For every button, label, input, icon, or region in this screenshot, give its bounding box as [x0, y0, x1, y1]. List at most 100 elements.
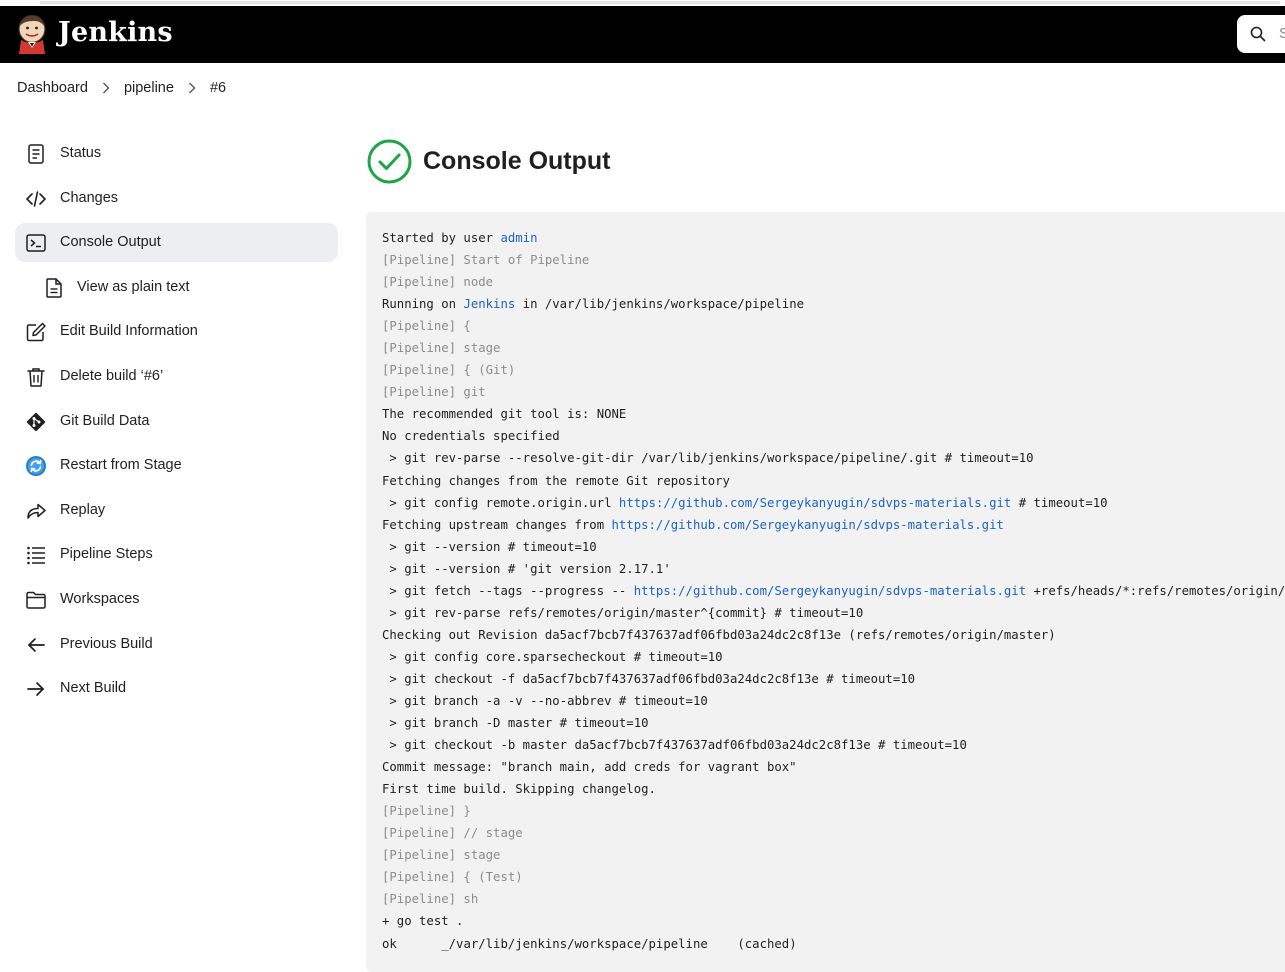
console-line: > git --version # 'git version 2.17.1' — [382, 561, 671, 576]
document-icon — [46, 278, 62, 298]
console-text: > git fetch --tags --progress -- — [382, 583, 634, 598]
console-text: Checking out Revision da5acf7bcb7f437637… — [382, 627, 1056, 642]
pipeline-step-text: [Pipeline] stage — [382, 341, 501, 356]
sidebar-item-label: Restart from Stage — [60, 457, 182, 474]
breadcrumb-dashboard[interactable]: Dashboard — [17, 80, 88, 96]
pipeline-step-text: [Pipeline] } — [382, 804, 471, 819]
arrow-right-icon — [27, 682, 44, 696]
console-text: Commit message: "branch main, add creds … — [382, 760, 797, 775]
console-line: [Pipeline] node — [382, 275, 493, 289]
console-text: > git checkout -f da5acf7bcb7f437637adf0… — [382, 671, 916, 686]
console-line: [Pipeline] sh — [382, 892, 478, 906]
console-text: in /var/lib/jenkins/workspace/pipeline — [515, 297, 804, 312]
sidebar: Status Changes Console Output View as pl… — [15, 134, 338, 714]
sidebar-item-restart-from-stage[interactable]: Restart from Stage — [15, 446, 338, 485]
edit-icon — [26, 323, 46, 342]
pipeline-step-text: [Pipeline] { (Test) — [382, 870, 523, 885]
console-text: Fetching changes from the remote Git rep… — [382, 473, 730, 488]
console-line: > git config remote.origin.url https://g… — [382, 495, 1108, 510]
console-text: # timeout=10 — [1011, 495, 1108, 510]
pipeline-step-text: [Pipeline] { (Git) — [382, 363, 516, 378]
console-text: > git checkout -b master da5acf7bcb7f437… — [382, 738, 967, 753]
sidebar-item-label: Status — [60, 145, 102, 161]
breadcrumb-build[interactable]: #6 — [210, 80, 226, 96]
list-icon — [27, 547, 45, 565]
console-line: + go test . — [382, 914, 463, 928]
console-line: Started by user admin — [382, 231, 538, 245]
sidebar-item-workspaces[interactable]: Workspaces — [15, 580, 338, 619]
sidebar-item-status[interactable]: Status — [15, 134, 338, 173]
console-line: ok _/var/lib/jenkins/workspace/pipeline … — [382, 937, 797, 951]
console-link[interactable]: https://github.com/Sergeykanyugin/sdvps-… — [619, 496, 1011, 510]
sidebar-item-label: Previous Build — [60, 635, 153, 652]
console-line: [Pipeline] stage — [382, 848, 500, 862]
sidebar-item-edit-build-information[interactable]: Edit Build Information — [15, 312, 338, 351]
console-line: > git fetch --tags --progress -- https:/… — [382, 584, 1285, 598]
console-line: > git rev-parse refs/remotes/origin/mast… — [382, 606, 863, 620]
pipeline-step-text: [Pipeline] // stage — [382, 826, 523, 841]
console-text: The recommended git tool is: NONE — [382, 407, 627, 422]
console-text: > git config core.sparsecheckout # timeo… — [382, 649, 723, 664]
restart-icon — [26, 456, 46, 477]
sidebar-item-label: Git Build Data — [60, 412, 150, 429]
console-link[interactable]: https://github.com/Sergeykanyugin/sdvps-… — [634, 584, 1026, 598]
console-line: > git checkout -b master da5acf7bcb7f437… — [382, 738, 967, 753]
pipeline-step-text: [Pipeline] { — [382, 319, 471, 334]
pipeline-step-text: [Pipeline] Start of Pipeline — [382, 253, 590, 268]
sidebar-item-label: Next Build — [60, 680, 127, 697]
breadcrumb: Dashboard pipeline #6 — [17, 78, 226, 98]
replay-icon — [27, 503, 46, 519]
console-line: > git config core.sparsecheckout # timeo… — [382, 649, 723, 664]
sidebar-item-label: Delete build ‘#6’ — [60, 367, 164, 384]
sidebar-item-console-output[interactable]: Console Output — [15, 223, 338, 263]
page-title: Console Output — [367, 139, 610, 184]
jenkins-logo-icon[interactable] — [16, 14, 48, 54]
console-text: No credentials specified — [382, 429, 560, 444]
console-text: First time build. Skipping changelog. — [382, 782, 656, 797]
search-input[interactable]: S — [1237, 15, 1285, 53]
console-link[interactable]: admin — [500, 231, 537, 245]
code-icon — [25, 190, 47, 207]
console-text: > git config remote.origin.url — [382, 495, 619, 510]
console-text: > git branch -D master # timeout=10 — [382, 716, 649, 731]
sidebar-item-replay[interactable]: Replay — [15, 491, 338, 530]
breadcrumb-pipeline[interactable]: pipeline — [124, 80, 174, 96]
sidebar-item-previous-build[interactable]: Previous Build — [15, 625, 338, 664]
console-line: Commit message: "branch main, add creds … — [382, 760, 797, 774]
console-line: [Pipeline] // stage — [382, 826, 523, 840]
console-text: > git rev-parse --resolve-git-dir /var/l… — [382, 451, 1034, 466]
sidebar-item-pipeline-steps[interactable]: Pipeline Steps — [15, 535, 338, 574]
console-line: Checking out Revision da5acf7bcb7f437637… — [382, 628, 1056, 642]
sidebar-item-label: Changes — [60, 189, 119, 206]
terminal-icon — [26, 234, 46, 252]
sidebar-item-delete-build[interactable]: Delete build ‘#6’ — [15, 357, 338, 396]
top-header: Jenkins S — [0, 6, 1285, 63]
sidebar-item-label: Edit Build Information — [60, 323, 198, 340]
console-text: > git --version # 'git version 2.17.1' — [382, 561, 671, 576]
chevron-right-icon — [188, 82, 196, 94]
sidebar-item-label: Replay — [60, 501, 106, 518]
sidebar-item-view-plain-text[interactable]: View as plain text — [15, 268, 338, 307]
sidebar-item-changes[interactable]: Changes — [15, 179, 338, 218]
sidebar-item-next-build[interactable]: Next Build — [15, 669, 338, 708]
console-line: [Pipeline] Start of Pipeline — [382, 253, 589, 267]
search-placeholder: S — [1279, 25, 1285, 42]
pipeline-step-text: [Pipeline] git — [382, 385, 486, 400]
console-log: Started by user admin [Pipeline] Start o… — [382, 227, 1285, 955]
folder-icon — [26, 591, 46, 609]
console-text: > git rev-parse refs/remotes/origin/mast… — [382, 605, 864, 620]
console-line: Fetching upstream changes from https://g… — [382, 518, 1004, 532]
console-line: > git branch -a -v --no-abbrev # timeout… — [382, 694, 707, 708]
search-icon — [1250, 26, 1266, 42]
console-line: > git --version # timeout=10 — [382, 540, 596, 554]
sidebar-item-git-build-data[interactable]: Git Build Data — [15, 402, 338, 441]
console-line: [Pipeline] git — [382, 385, 486, 399]
console-text: ok _/var/lib/jenkins/workspace/pipeline … — [382, 936, 797, 951]
console-link[interactable]: https://github.com/Sergeykanyugin/sdvps-… — [612, 518, 1004, 532]
jenkins-brand[interactable]: Jenkins — [58, 17, 173, 48]
console-line: [Pipeline] { (Git) — [382, 363, 515, 377]
console-link[interactable]: Jenkins — [463, 297, 515, 311]
git-icon — [27, 412, 45, 431]
console-text: Running on — [382, 297, 464, 312]
console-output-panel: Started by user admin [Pipeline] Start o… — [366, 212, 1285, 972]
